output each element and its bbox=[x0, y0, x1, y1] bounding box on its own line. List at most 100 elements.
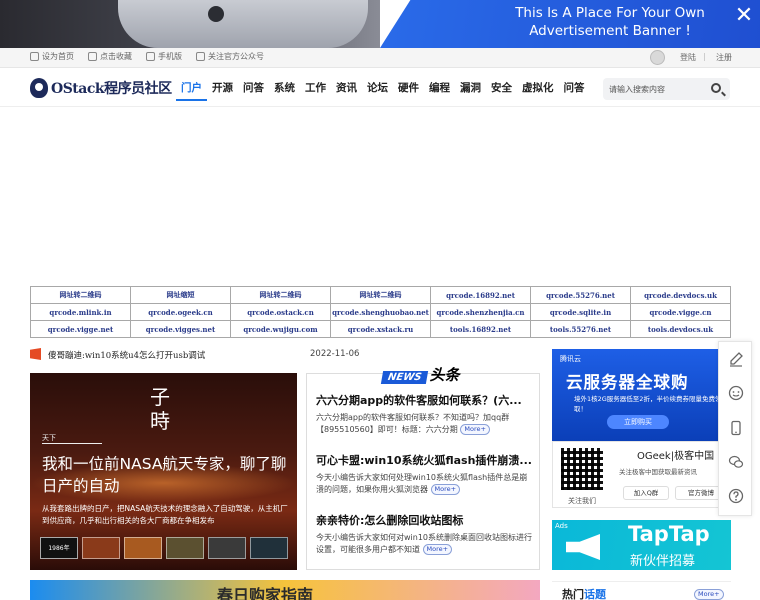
headline-link[interactable]: 傻哥蹦迪:win10系统u4怎么打开usb调试 bbox=[48, 349, 205, 361]
table-link[interactable]: 网址转二维码 bbox=[330, 286, 431, 304]
wechat-icon bbox=[196, 52, 205, 61]
news-title[interactable]: 六六分期app的软件客服如何联系？(六... bbox=[316, 392, 534, 408]
follow-official-link[interactable]: 关注官方公众号 bbox=[196, 51, 264, 62]
nav-item-programming[interactable]: 编程 bbox=[424, 81, 455, 101]
close-icon[interactable]: ✕ bbox=[734, 5, 754, 27]
table-link[interactable]: 网址缩短 bbox=[130, 286, 231, 304]
feature-tag: 天下 bbox=[42, 434, 56, 442]
table-link[interactable]: tools.devdocs.uk bbox=[630, 320, 731, 338]
site-logo[interactable]: OStack程序员社区 bbox=[30, 78, 172, 98]
nav-item-qa-2[interactable]: 问答 bbox=[559, 81, 590, 101]
taptap-ad[interactable]: Ads TapTap 新伙伴招募 bbox=[552, 520, 731, 570]
thumbnail[interactable] bbox=[166, 537, 204, 559]
table-link[interactable]: qrcode.devdocs.uk bbox=[630, 286, 731, 304]
nav-item-news[interactable]: 资讯 bbox=[331, 81, 362, 101]
search-box bbox=[603, 78, 730, 100]
toutiao-label: 头条 bbox=[429, 366, 460, 384]
table-link[interactable]: qrcode.xstack.ru bbox=[330, 320, 431, 338]
mobile-link[interactable]: 手机版 bbox=[146, 51, 182, 62]
hot-topics-header: 热门话题 More+ bbox=[552, 581, 731, 600]
thumbnail[interactable] bbox=[124, 537, 162, 559]
taptap-title: TapTap bbox=[628, 522, 710, 546]
more-button[interactable]: More+ bbox=[460, 424, 490, 435]
chat-icon[interactable] bbox=[728, 385, 744, 401]
spring-home-ad[interactable]: 春日购家指南 bbox=[30, 580, 540, 600]
login-link[interactable]: 登陆 bbox=[680, 52, 696, 63]
buy-now-button[interactable]: 立即购买 bbox=[607, 415, 669, 429]
ad-phone-image bbox=[118, 0, 368, 48]
register-link[interactable]: 注册 bbox=[716, 52, 732, 63]
featured-article[interactable]: 子 時 天下 我和一位前NASA航天专家，聊了聊日产的自动 从我套路出牌的日产，… bbox=[30, 373, 297, 570]
hot-topics-title: 热门话题 bbox=[562, 588, 606, 600]
news-title[interactable]: 可心卡盟:win10系统火狐flash插件崩溃... bbox=[316, 452, 534, 468]
table-link[interactable]: qrcode.sqlite.in bbox=[530, 303, 631, 321]
thumbnail[interactable] bbox=[208, 537, 246, 559]
table-row: qrcode.vigge.net qrcode.vigges.net qrcod… bbox=[30, 320, 731, 338]
nav-item-system[interactable]: 系统 bbox=[269, 81, 300, 101]
feature-divider bbox=[42, 443, 102, 444]
search-icon[interactable] bbox=[711, 83, 721, 93]
help-icon[interactable] bbox=[728, 488, 744, 504]
table-link[interactable]: qrcode.ostack.cn bbox=[230, 303, 331, 321]
site-header: OStack程序员社区 门户 开源 问答 系统 工作 资讯 论坛 硬件 编程 漏… bbox=[0, 69, 760, 107]
bookmark-icon bbox=[88, 52, 97, 61]
ogeek-desc: 关注极客中国获取最新资讯 bbox=[619, 468, 697, 476]
table-link[interactable]: qrcode.shenzhenjia.cn bbox=[430, 303, 531, 321]
separator: | bbox=[703, 52, 706, 61]
table-link[interactable]: qrcode.shenghuobao.net bbox=[330, 303, 431, 321]
nav-item-forum[interactable]: 论坛 bbox=[362, 81, 393, 101]
search-input[interactable] bbox=[609, 81, 705, 97]
nav-item-portal[interactable]: 门户 bbox=[176, 81, 207, 101]
cloud-sub: 境外1核2G服务器低至2折，半价续费券限量免费领取！ bbox=[574, 395, 722, 413]
nav-item-security[interactable]: 安全 bbox=[486, 81, 517, 101]
table-link[interactable]: qrcode.ogeek.cn bbox=[130, 303, 231, 321]
wechat-icon[interactable] bbox=[728, 454, 744, 470]
logo-mark-icon bbox=[30, 78, 48, 98]
headline-strip: 傻哥蹦迪:win10系统u4怎么打开usb调试 2022-11-06 bbox=[30, 348, 540, 362]
avatar[interactable] bbox=[650, 50, 665, 65]
mobile-icon[interactable] bbox=[728, 420, 744, 436]
cloud-server-ad[interactable]: 腾讯云 云服务器全球购 境外1核2G服务器低至2折，半价续费券限量免费领取！ 立… bbox=[552, 349, 731, 441]
nav-item-qa[interactable]: 问答 bbox=[238, 81, 269, 101]
thumbnail[interactable] bbox=[82, 537, 120, 559]
thumbnail[interactable] bbox=[250, 537, 288, 559]
news-label: NEWS bbox=[380, 371, 429, 384]
bookmark-link[interactable]: 点击收藏 bbox=[88, 51, 132, 62]
logo-text: OStack程序员社区 bbox=[51, 81, 172, 97]
table-link[interactable]: tools.55276.net bbox=[530, 320, 631, 338]
office-icon bbox=[30, 348, 41, 360]
table-link[interactable]: 网址转二维码 bbox=[230, 286, 331, 304]
edit-icon[interactable] bbox=[728, 351, 744, 367]
more-button[interactable]: More+ bbox=[430, 484, 461, 495]
nav-item-jobs[interactable]: 工作 bbox=[300, 81, 331, 101]
news-title[interactable]: 亲亲特价:怎么删除回收站图标 bbox=[316, 512, 534, 528]
table-link[interactable]: 网址转二维码 bbox=[30, 286, 131, 304]
thumb-label: 1986年 bbox=[40, 537, 78, 559]
utility-bar: 设为首页 点击收藏 手机版 关注官方公众号 登陆 | 注册 bbox=[0, 48, 760, 68]
table-link[interactable]: qrcode.vigges.net bbox=[130, 320, 231, 338]
table-row: 网址转二维码 网址缩短 网址转二维码 网址转二维码 qrcode.16892.n… bbox=[30, 286, 731, 304]
table-link[interactable]: qrcode.vigge.cn bbox=[630, 303, 731, 321]
top-ad-banner[interactable]: This Is A Place For Your Own Advertiseme… bbox=[0, 0, 760, 48]
table-link[interactable]: tools.16892.net bbox=[430, 320, 531, 338]
hot-more-button[interactable]: More+ bbox=[694, 589, 724, 600]
table-link[interactable]: qrcode.mlink.in bbox=[30, 303, 131, 321]
set-homepage-link[interactable]: 设为首页 bbox=[30, 51, 74, 62]
join-qq-button[interactable]: 加入Q群 bbox=[623, 486, 669, 500]
nav-item-opensource[interactable]: 开源 bbox=[207, 81, 238, 101]
table-link[interactable]: qrcode.55276.net bbox=[530, 286, 631, 304]
headline-date: 2022-11-06 bbox=[310, 349, 360, 359]
news-desc: 六六分期app的软件客服如何联系？不知道吗？加qq群【895510560】即可！… bbox=[316, 413, 510, 435]
more-button[interactable]: More+ bbox=[422, 544, 453, 555]
feature-title: 我和一位前NASA航天专家，聊了聊日产的自动 bbox=[42, 455, 287, 495]
news-desc: 今天小编告诉大家如何对win10系统删除桌面回收站图标进行设置，可能很多用户都不… bbox=[316, 533, 533, 555]
table-link[interactable]: qrcode.16892.net bbox=[430, 286, 531, 304]
table-link[interactable]: qrcode.vigge.net bbox=[30, 320, 131, 338]
nav-item-vulnerability[interactable]: 漏洞 bbox=[455, 81, 486, 101]
qr-code-icon bbox=[561, 448, 603, 490]
nav-item-hardware[interactable]: 硬件 bbox=[393, 81, 424, 101]
feature-calligraphy: 子 時 bbox=[150, 385, 170, 433]
nav-item-virtualization[interactable]: 虚拟化 bbox=[517, 81, 559, 101]
table-link[interactable]: qrcode.wujigu.com bbox=[230, 320, 331, 338]
ad-line-1: This Is A Place For Your Own bbox=[515, 5, 705, 21]
